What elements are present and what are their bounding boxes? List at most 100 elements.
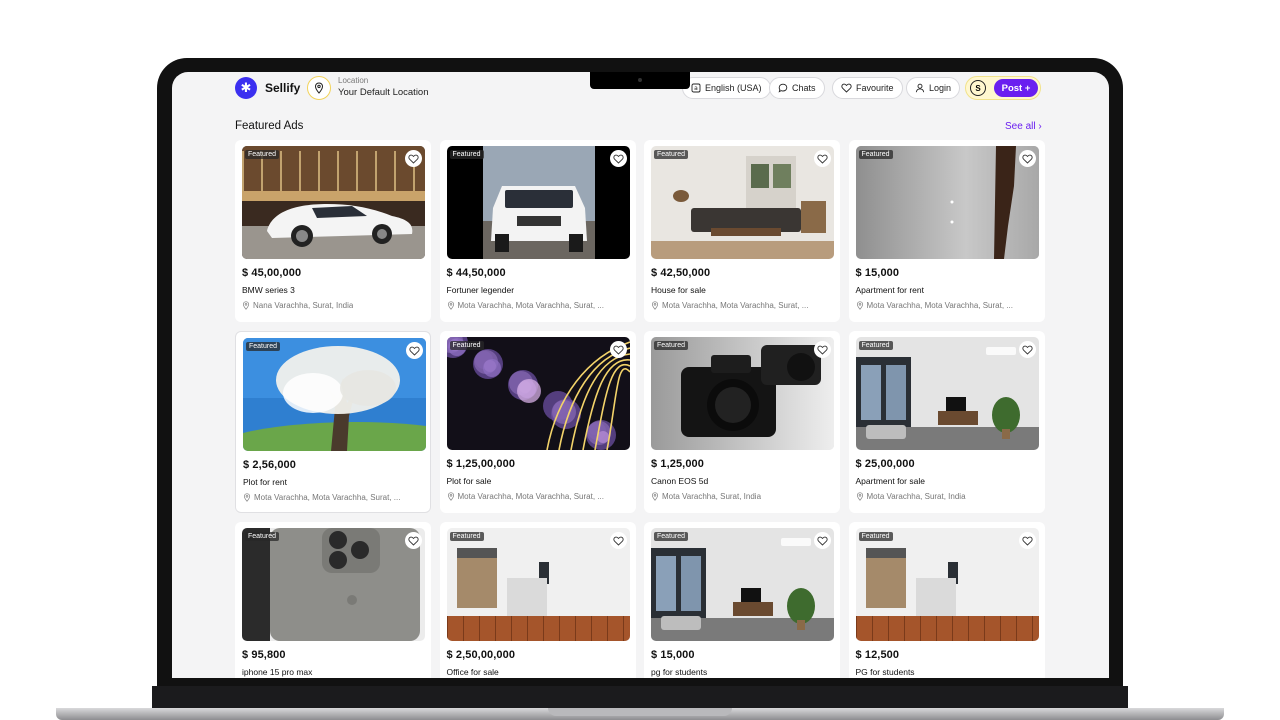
svg-text:a: a [694, 85, 698, 92]
listing-title[interactable]: Apartment for rent [856, 285, 925, 295]
favourite-heart-icon[interactable] [405, 150, 422, 167]
listing-location: Mota Varachha, Mota Varachha, Surat, ... [243, 493, 423, 502]
listing-location: Mota Varachha, Surat, India [856, 492, 1036, 501]
listing-location-text: Mota Varachha, Surat, India [662, 492, 762, 501]
chats-button[interactable]: Chats [769, 77, 825, 99]
location-selector[interactable]: Location Your Default Location [338, 76, 429, 98]
listing-title[interactable]: BMW series 3 [242, 285, 295, 295]
listing-price: $ 45,00,000 [242, 267, 302, 279]
listing-title[interactable]: Plot for rent [243, 477, 287, 487]
listing-image[interactable]: Featured [651, 528, 834, 641]
featured-badge: Featured [449, 532, 484, 541]
listing-card[interactable]: Featured $ 44,50,000 Fortuner legender M… [439, 140, 636, 322]
login-button[interactable]: Login [906, 77, 961, 99]
favourite-heart-icon[interactable] [609, 341, 627, 358]
listing-image[interactable]: Featured [446, 337, 630, 450]
favourite-button[interactable]: Favourite [832, 77, 903, 99]
sellify-coin-icon: S [970, 80, 986, 96]
favourite-heart-icon[interactable] [609, 150, 627, 167]
location-pin-icon [856, 492, 863, 501]
listing-card[interactable]: Featured $ 45,00,000 BMW series 3 Nana V… [235, 140, 431, 322]
listing-location: Mota Varachha, Mota Varachha, Surat, ... [447, 492, 627, 501]
featured-badge: Featured [654, 532, 689, 541]
location-label: Location [338, 76, 369, 85]
listing-image[interactable]: Featured [446, 528, 630, 641]
favourite-heart-icon[interactable] [814, 150, 831, 167]
listing-image[interactable]: Featured [242, 528, 425, 641]
listing-title[interactable]: pg for students [651, 667, 707, 677]
favourite-heart-icon[interactable] [406, 342, 423, 359]
listing-title[interactable]: iphone 15 pro max [242, 667, 312, 677]
language-button[interactable]: a English (USA) [682, 77, 771, 99]
listing-title[interactable]: Fortuner legender [447, 285, 515, 295]
listing-location: Mota Varachha, Mota Varachha, Surat, ... [447, 301, 627, 310]
listing-location-text: Mota Varachha, Mota Varachha, Surat, ... [254, 493, 401, 502]
listing-location: Nana Varachha, Surat, India [242, 301, 422, 310]
listing-card[interactable]: Featured $ 42,50,000 House for sale Mota… [644, 140, 840, 322]
listing-image[interactable]: Featured [855, 146, 1039, 259]
camera-notch [590, 72, 690, 89]
listing-image[interactable]: Featured [242, 146, 425, 259]
favourite-heart-icon[interactable] [1018, 532, 1036, 549]
listing-card[interactable]: Featured $ 1,25,00,000 Plot for sale Mot… [439, 331, 636, 513]
favourite-heart-icon[interactable] [1018, 150, 1036, 167]
listing-card[interactable]: Featured $ 15,000 pg for students [644, 522, 840, 678]
listing-title[interactable]: Apartment for sale [856, 476, 925, 486]
post-group: S Post + [965, 76, 1041, 100]
brand-logo-icon: ✱ [235, 77, 257, 99]
brand[interactable]: ✱ Sellify [235, 75, 300, 101]
laptop-hinge [152, 686, 1128, 708]
featured-badge: Featured [654, 150, 689, 159]
favourite-heart-icon[interactable] [1018, 341, 1036, 358]
listing-title[interactable]: Plot for sale [447, 476, 492, 486]
camera-icon [638, 78, 642, 82]
listing-card[interactable]: Featured $ 25,00,000 Apartment for sale … [848, 331, 1045, 513]
featured-badge: Featured [654, 341, 689, 350]
listing-location-text: Mota Varachha, Mota Varachha, Surat, ... [457, 492, 604, 501]
listing-card[interactable]: Featured $ 95,800 iphone 15 pro max [235, 522, 431, 678]
favourite-heart-icon[interactable] [814, 532, 831, 549]
featured-badge: Featured [245, 532, 280, 541]
location-pin-icon [651, 301, 659, 310]
section-title: Featured Ads [235, 120, 304, 132]
listing-image[interactable]: Featured [651, 146, 834, 259]
favourite-heart-icon[interactable] [405, 532, 422, 549]
favourite-heart-icon[interactable] [609, 532, 627, 549]
listing-card[interactable]: Featured $ 2,50,00,000 Office for sale [439, 522, 636, 678]
listing-title[interactable]: House for sale [651, 285, 706, 295]
listing-price: $ 1,25,00,000 [446, 458, 516, 470]
listing-card[interactable]: Featured $ 2,56,000 Plot for rent Mota V… [235, 331, 431, 513]
listing-location: Mota Varachha, Mota Varachha, Surat, ... [651, 301, 831, 310]
post-button[interactable]: Post + [994, 79, 1038, 97]
listing-price: $ 25,00,000 [855, 458, 915, 470]
listing-card[interactable]: Featured $ 1,25,000 Canon EOS 5d Mota Va… [644, 331, 840, 513]
featured-badge: Featured [858, 532, 893, 541]
featured-badge: Featured [858, 341, 893, 350]
listing-image[interactable]: Featured [651, 337, 834, 450]
listing-title[interactable]: Office for sale [447, 667, 499, 677]
listing-location: Mota Varachha, Surat, India [651, 492, 831, 501]
listing-title[interactable]: PG for students [856, 667, 915, 677]
featured-badge: Featured [449, 341, 484, 350]
listing-card[interactable]: Featured $ 15,000 Apartment for rent Mot… [848, 140, 1045, 322]
listing-image[interactable]: Featured [855, 337, 1039, 450]
listing-card[interactable]: Featured $ 12,500 PG for students [848, 522, 1045, 678]
listing-image[interactable]: Featured [243, 338, 426, 451]
location-pin-icon[interactable] [307, 76, 331, 100]
listing-image[interactable]: Featured [855, 528, 1039, 641]
featured-badge: Featured [449, 150, 484, 159]
listing-price: $ 42,50,000 [651, 267, 711, 279]
location-value: Your Default Location [338, 87, 429, 98]
listing-location: Mota Varachha, Mota Varachha, Surat, ... [856, 301, 1036, 310]
featured-badge: Featured [245, 150, 280, 159]
listing-image[interactable]: Featured [446, 146, 630, 259]
listing-title[interactable]: Canon EOS 5d [651, 476, 708, 486]
featured-badge: Featured [858, 150, 893, 159]
brand-name: Sellify [265, 81, 301, 95]
heart-icon [841, 83, 852, 93]
listing-location-text: Mota Varachha, Surat, India [866, 492, 966, 501]
favourite-heart-icon[interactable] [814, 341, 831, 358]
listing-location-text: Mota Varachha, Mota Varachha, Surat, ... [866, 301, 1013, 310]
translate-icon: a [691, 83, 701, 93]
see-all-link[interactable]: See all › [1005, 121, 1042, 132]
